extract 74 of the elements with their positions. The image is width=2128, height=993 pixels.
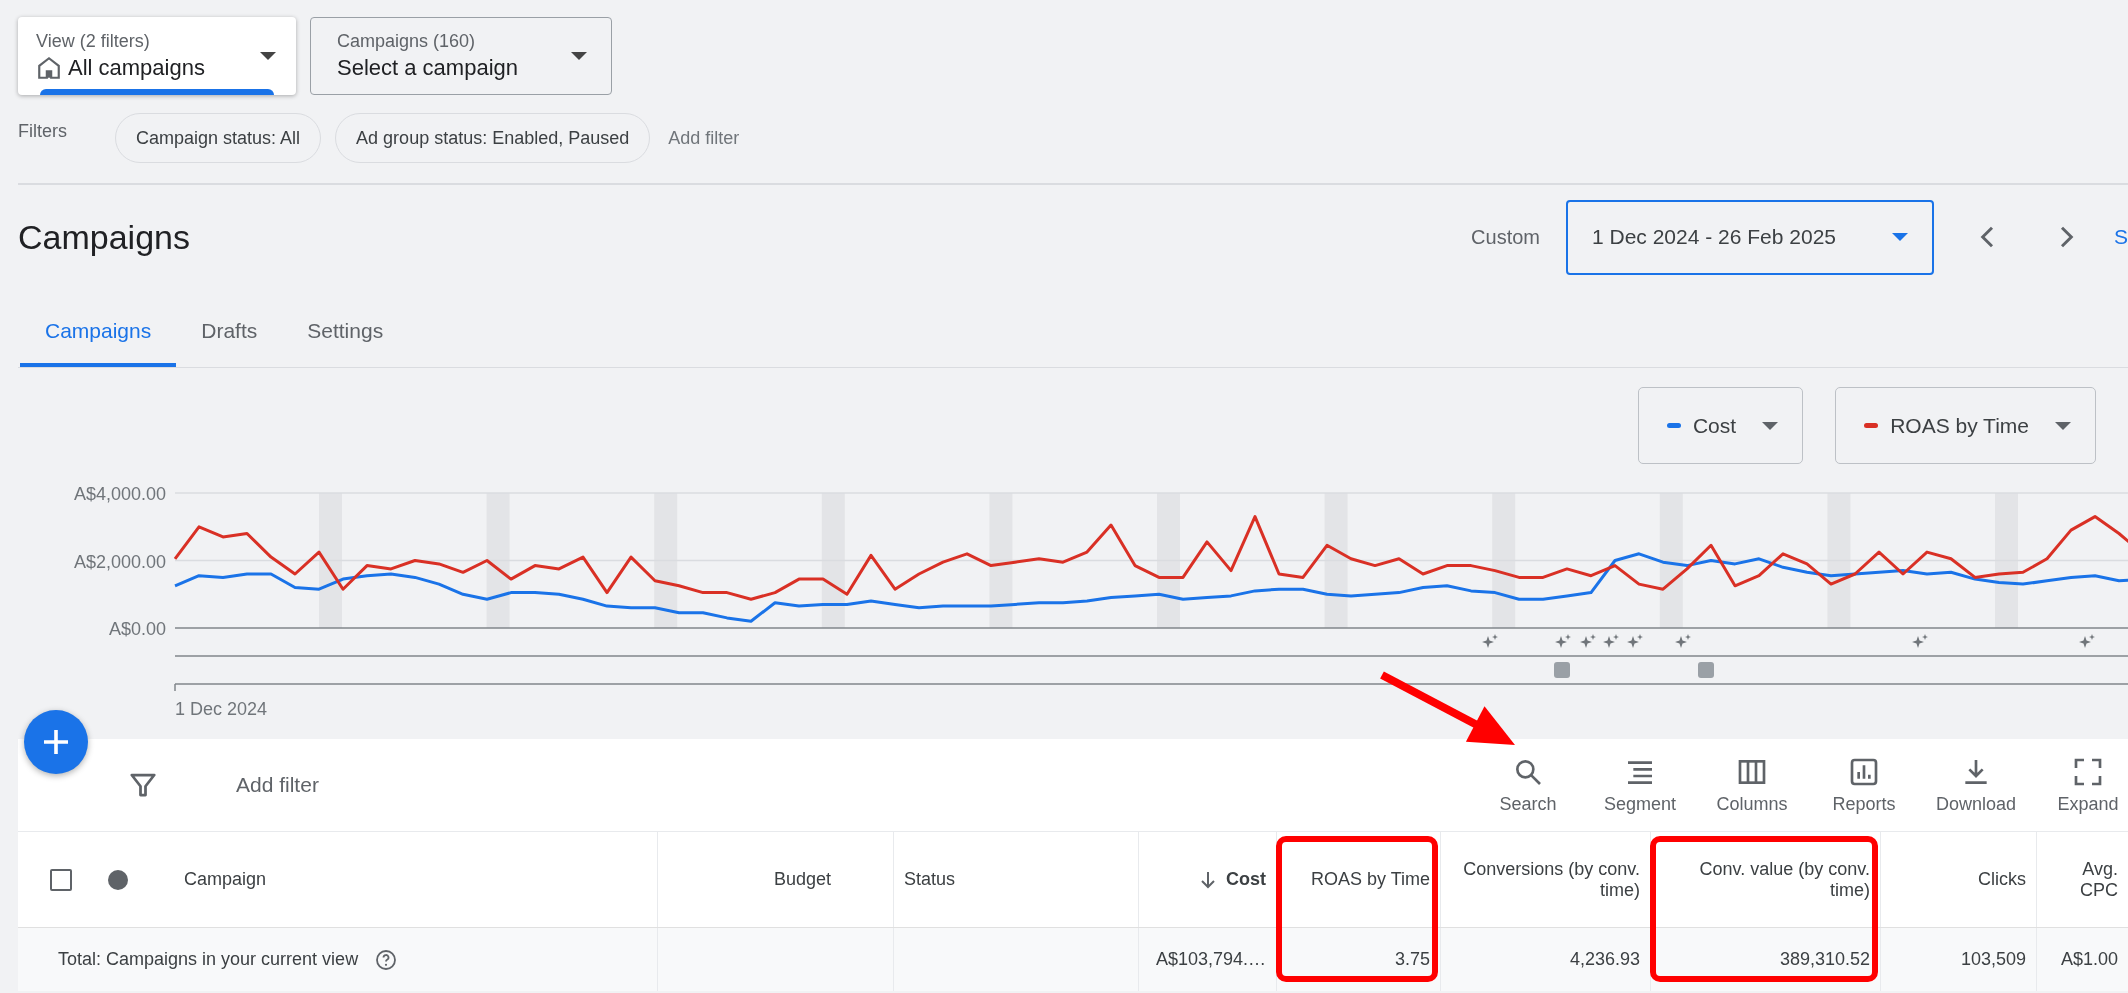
caret-icon [2055,421,2071,430]
column-header[interactable]: Clicks [1880,832,2036,927]
column-header[interactable]: Conversions (by conv. time) [1440,832,1650,927]
tab[interactable]: Settings [282,299,409,367]
axis-label: A$4,000.00 [73,484,166,504]
expand-button[interactable]: Expand [2038,755,2128,815]
table-cell: 4,236.93 [1569,949,1640,970]
column-header[interactable]: Cost [1138,832,1276,927]
search-button[interactable]: Search [1477,755,1578,815]
add-filter-button[interactable]: Add filter [236,773,319,797]
column-header[interactable]: Conv. value (by conv. time) [1650,832,1880,927]
column-title: Budget [773,869,831,890]
sparkle-icon [1482,634,1498,648]
date-range-dropdown[interactable]: 1 Dec 2024 - 26 Feb 2025 [1566,199,1934,275]
view-value: All campaigns [68,55,205,81]
column-title: Avg. CPC [2079,858,2118,901]
sparkle-icon [1675,634,1691,648]
filter-chip[interactable]: Campaign status: All [115,113,322,163]
sparkle-icon [1555,634,1571,648]
add-button[interactable] [24,710,88,774]
axis-label: A$0.00 [108,619,166,639]
column-title: ROAS by Time [1310,869,1430,890]
segment-button[interactable]: Segment [1589,755,1690,815]
page-title: Campaigns [18,217,190,257]
caret-icon [1762,421,1779,430]
download-button[interactable]: Download [1925,755,2026,815]
table-cell: 389,310.52 [1779,949,1870,970]
help-icon[interactable] [374,947,399,972]
metric-dropdown[interactable]: Cost [1637,387,1804,464]
sparkle-icon [1603,634,1619,648]
sparkle-icon [2079,634,2095,648]
metric-dropdown[interactable]: ROAS by Time [1835,387,2096,464]
table-cell: A$1.00 [2060,949,2118,970]
caret-icon [571,52,587,60]
column-title: Campaign [184,869,267,890]
column-header[interactable]: Budget [657,832,893,927]
axis-label: A$2,000.00 [73,551,166,572]
column-header[interactable]: Campaign [18,832,657,927]
sparkle-icon [1580,634,1596,648]
campaign-count-label: Campaigns (160) [337,31,477,52]
table-cell: A$103,794.… [1155,949,1266,970]
status-dot-icon [108,869,128,890]
caret-icon [1892,233,1908,241]
column-header[interactable]: Avg. CPC [2036,832,2128,927]
date-range-label: Custom [1471,225,1540,249]
view-selector[interactable]: View (2 filters) All campaigns [18,17,296,95]
sparkle-icon [1912,634,1928,648]
column-header[interactable]: ROAS by Time [1276,832,1440,927]
column-title: Status [904,869,956,890]
add-filter-link[interactable]: Add filter [668,127,740,149]
link[interactable]: S [2114,225,2128,249]
tab[interactable]: Drafts [176,299,283,367]
campaign-select-value: Select a campaign [337,55,518,81]
checkbox[interactable] [50,868,72,891]
column-title: Conv. value (by conv. time) [1698,858,1870,901]
caret-icon [260,52,276,60]
sparkle-icon [1627,634,1643,648]
column-title: Cost [1226,869,1266,890]
view-label: View (2 filters) [36,31,151,52]
column-header[interactable]: Status [893,832,1138,927]
event-marker [1698,662,1714,678]
column-title: Clicks [1978,869,2026,890]
filters-label: Filters [18,120,68,142]
reports-button[interactable]: Reports [1813,755,1914,815]
column-title: Conversions (by conv. time) [1462,858,1640,901]
home-icon [36,55,62,81]
date-label: 1 Dec 2024 [175,699,268,719]
campaign-selector[interactable]: Campaigns (160) Select a campaign [310,17,612,95]
table-cell: 3.75 [1394,949,1430,970]
columns-button[interactable]: Columns [1701,755,1802,815]
total-row-label: Total: Campaigns in your current view [58,949,359,970]
table-cell: 103,509 [1960,949,2026,970]
filter-chip[interactable]: Ad group status: Enabled, Paused [335,113,651,163]
event-marker [1554,662,1570,678]
